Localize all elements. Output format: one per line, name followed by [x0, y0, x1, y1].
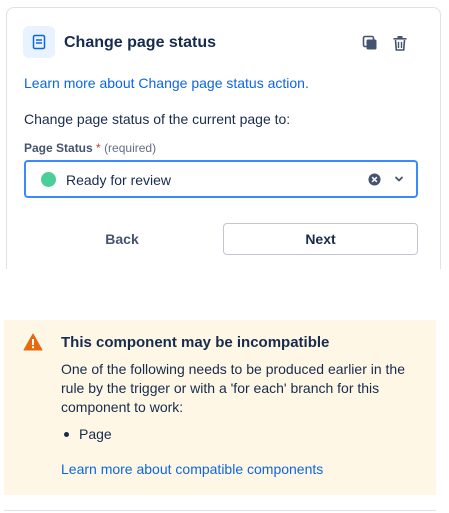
warning-icon	[23, 333, 43, 351]
list-item-label: Page	[79, 426, 112, 442]
list-item: Page	[61, 426, 112, 442]
warning-title: This component may be incompatible	[61, 334, 330, 351]
required-text: (required)	[104, 141, 157, 155]
trash-icon[interactable]	[390, 33, 410, 53]
field-label-text: Page Status	[24, 141, 93, 155]
incompatible-warning: This component may be incompatible One o…	[4, 320, 436, 495]
action-description: Change page status of the current page t…	[24, 111, 291, 127]
action-card: Change page status Learn more about Chan…	[6, 7, 441, 269]
back-button[interactable]: Back	[24, 223, 220, 255]
page-status-select[interactable]: Ready for review	[24, 160, 418, 198]
clear-icon[interactable]	[367, 172, 381, 186]
page-status-label: Page Status * (required)	[24, 141, 156, 155]
duplicate-icon[interactable]	[360, 33, 380, 53]
action-title: Change page status	[64, 34, 217, 51]
compatible-components-link[interactable]: Learn more about compatible components	[61, 461, 323, 477]
next-button[interactable]: Next	[223, 223, 418, 255]
divider	[4, 510, 436, 511]
learn-more-action-link[interactable]: Learn more about Change page status acti…	[24, 75, 309, 91]
bullet	[64, 431, 69, 437]
selected-status-value: Ready for review	[66, 172, 172, 188]
chevron-down-icon[interactable]	[392, 172, 406, 186]
page-icon	[23, 26, 55, 58]
warning-body: One of the following needs to be produce…	[61, 361, 406, 415]
status-dot	[41, 172, 56, 187]
required-mark: *	[96, 141, 101, 155]
